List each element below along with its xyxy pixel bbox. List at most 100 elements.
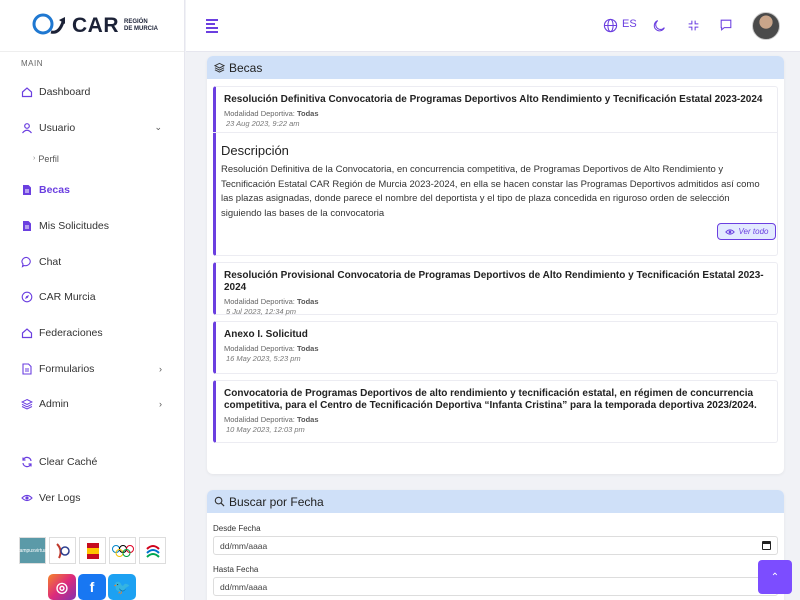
becas-title: Becas <box>229 60 263 75</box>
beca-title[interactable]: Convocatoria de Programas Deportivos de … <box>224 388 777 412</box>
sidebar-item-label: Clear Caché <box>39 456 98 469</box>
file-icon <box>21 220 33 232</box>
sidebar-item-clear-cache[interactable]: Clear Caché <box>0 444 184 480</box>
partner-logos: campus virtual <box>17 537 166 564</box>
spain-flag-logo[interactable] <box>79 537 106 564</box>
beca-modalidad: Modalidad Deportiva: Todas <box>224 109 319 118</box>
home-icon <box>21 327 33 339</box>
beca-item[interactable]: Resolución Provisional Convocatoria de P… <box>213 262 778 316</box>
chat-icon <box>21 256 33 268</box>
sidebar-item-label: Dashboard <box>39 85 91 98</box>
instagram-icon[interactable]: ◎ <box>48 574 76 600</box>
compass-icon <box>21 291 33 303</box>
chevron-right-icon: › <box>159 399 162 410</box>
beca-modalidad: Modalidad Deportiva: Todas <box>224 415 319 424</box>
becas-header: Becas <box>207 56 784 79</box>
refresh-icon <box>21 456 33 468</box>
document-icon <box>21 184 33 196</box>
layers-icon <box>214 62 225 73</box>
hasta-fecha-label: Hasta Fecha <box>213 565 259 574</box>
beca-item[interactable]: Convocatoria de Programas Deportivos de … <box>213 380 778 443</box>
beca-description: Descripción Resolución Definitiva de la … <box>213 132 778 248</box>
date-placeholder: dd/mm/aaaa <box>220 540 268 551</box>
menu-toggle-icon[interactable] <box>206 19 218 35</box>
message-icon[interactable] <box>718 17 734 33</box>
twitter-icon[interactable]: 🐦 <box>108 574 136 600</box>
sidebar-item-admin[interactable]: Admin › <box>0 387 184 423</box>
sidebar-item-label: Becas <box>39 184 70 197</box>
sidebar-item-ver-logs[interactable]: Ver Logs <box>0 480 184 516</box>
user-icon <box>21 122 33 134</box>
beca-date: 5 Jul 2023, 12:34 pm <box>226 307 297 316</box>
sidebar-item-label: Formularios <box>39 362 95 375</box>
bullet-icon: › <box>33 155 36 163</box>
sidebar-item-label: Federaciones <box>39 326 103 339</box>
globe-icon[interactable] <box>602 17 618 33</box>
sidebar-item-federaciones[interactable]: Federaciones <box>0 315 184 351</box>
eye-icon <box>724 228 735 235</box>
beca-date: 23 Aug 2023, 9:22 am <box>226 119 300 128</box>
eye-icon <box>21 492 33 504</box>
logo[interactable]: CAR REGIÓN DE MURCIA <box>0 0 184 52</box>
sidebar-item-label: CAR Murcia <box>39 291 96 304</box>
brand-subtitle: REGIÓN DE MURCIA <box>124 18 158 32</box>
scroll-top-button[interactable]: ⌃ <box>758 560 792 594</box>
date-placeholder: dd/mm/aaaa <box>220 581 268 592</box>
becas-card: Becas Resolución Definitiva Convocatoria… <box>207 56 784 474</box>
beca-date: 16 May 2023, 5:23 pm <box>226 354 301 363</box>
desde-fecha-input[interactable]: dd/mm/aaaa <box>213 536 778 555</box>
sidebar-item-label: Usuario <box>39 121 76 134</box>
sidebar-subitem-label: Perfil <box>38 153 59 164</box>
chevron-down-icon: ⌄ <box>154 122 162 133</box>
avatar[interactable] <box>752 12 780 40</box>
main-content: Becas Resolución Definitiva Convocatoria… <box>186 53 800 600</box>
search-header: Buscar por Fecha <box>207 490 784 513</box>
beca-date: 10 May 2023, 12:03 pm <box>226 425 305 434</box>
chevron-right-icon: › <box>159 363 162 374</box>
sidebar-item-chat[interactable]: Chat <box>0 244 184 280</box>
csd-logo[interactable] <box>49 537 76 564</box>
sidebar-item-car-murcia[interactable]: CAR Murcia <box>0 279 184 315</box>
sidebar-item-dashboard[interactable]: Dashboard <box>0 74 184 110</box>
sidebar-item-mis-solicitudes[interactable]: Mis Solicitudes <box>0 208 184 244</box>
campus-virtual-logo[interactable]: campus virtual <box>17 537 48 564</box>
layers-icon <box>21 398 33 410</box>
olympic-rings-logo[interactable] <box>109 537 136 564</box>
sidebar-subitem-perfil[interactable]: › Perfil <box>0 145 184 172</box>
sidebar-item-label: Admin <box>39 398 69 411</box>
sidebar-item-label: Ver Logs <box>39 491 81 504</box>
beca-modalidad: Modalidad Deportiva: Todas <box>224 297 319 306</box>
beca-title[interactable]: Resolución Definitiva Convocatoria de Pr… <box>224 94 777 106</box>
paralympic-logo[interactable] <box>139 537 166 564</box>
collapse-fullscreen-icon[interactable] <box>685 17 701 33</box>
ver-todo-button[interactable]: Ver todo <box>717 223 776 240</box>
sidebar-item-usuario[interactable]: Usuario ⌄ <box>0 110 184 146</box>
hasta-fecha-input[interactable]: dd/mm/aaaa <box>213 577 778 596</box>
desde-fecha-label: Desde Fecha <box>213 524 261 533</box>
moon-icon[interactable] <box>652 17 668 33</box>
beca-title[interactable]: Resolución Provisional Convocatoria de P… <box>224 270 777 294</box>
search-icon <box>214 496 225 507</box>
section-label-main: MAIN <box>21 59 43 68</box>
description-title: Descripción <box>221 143 289 158</box>
chevron-up-icon: ⌃ <box>770 571 780 583</box>
search-card: Buscar por Fecha Desde Fecha dd/mm/aaaa … <box>207 490 784 600</box>
beca-modalidad: Modalidad Deportiva: Todas <box>224 344 319 353</box>
beca-item[interactable]: Anexo I. Solicitud Modalidad Deportiva: … <box>213 321 778 374</box>
home-icon <box>21 86 33 98</box>
sidebar-item-label: Mis Solicitudes <box>39 219 110 232</box>
brand-name: CAR <box>72 13 119 37</box>
facebook-icon[interactable]: f <box>78 574 106 600</box>
sidebar-item-formularios[interactable]: Formularios › <box>0 351 184 387</box>
social-links: ◎ f 🐦 <box>48 574 136 600</box>
calendar-icon[interactable] <box>762 541 771 550</box>
search-title: Buscar por Fecha <box>229 494 324 509</box>
sidebar-item-becas[interactable]: Becas <box>0 172 184 208</box>
car-logo-icon <box>32 13 65 34</box>
beca-title[interactable]: Anexo I. Solicitud <box>224 329 777 341</box>
topbar: ES <box>186 0 800 52</box>
sidebar: CAR REGIÓN DE MURCIA MAIN Dashboard Usuar… <box>0 0 185 600</box>
language-selector[interactable]: ES <box>622 18 637 30</box>
sidebar-divider <box>0 422 184 444</box>
sidebar-item-label: Chat <box>39 255 62 268</box>
